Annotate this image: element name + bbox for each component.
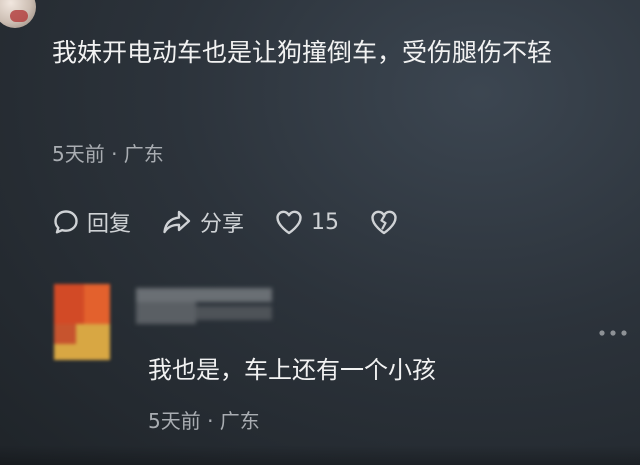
reply-avatar-blurred[interactable] (54, 284, 110, 360)
comment-thread: { "top_comment": { "text": "我妹开电动车也是让狗撞倒… (0, 0, 640, 465)
comment-text: 我妹开电动车也是让狗撞倒车，受伤腿伤不轻 (52, 38, 553, 67)
share-label: 分享 (200, 212, 245, 237)
reply-icon (52, 208, 80, 236)
reply-username-blurred[interactable] (136, 288, 272, 324)
reply-label: 回复 (87, 212, 132, 237)
like-button[interactable]: 15 (274, 208, 339, 236)
reply-button[interactable]: 回复 (52, 206, 131, 238)
commenter-avatar[interactable] (0, 0, 36, 28)
share-button[interactable]: 分享 (161, 206, 244, 238)
comment-meta: 5天前 · 广东 (52, 142, 164, 166)
dislike-broken-heart-icon (369, 208, 399, 236)
like-count: 15 (311, 209, 340, 235)
bottom-fade (0, 445, 640, 465)
more-dots-icon[interactable] (598, 322, 628, 336)
reply-meta: 5天前 · 广东 (148, 409, 260, 433)
dislike-button[interactable] (369, 208, 399, 236)
reply-text: 我也是，车上还有一个小孩 (148, 356, 436, 384)
heart-icon (274, 208, 304, 236)
comment-actions: 回复 分享 15 (52, 205, 429, 239)
share-icon (161, 208, 193, 236)
